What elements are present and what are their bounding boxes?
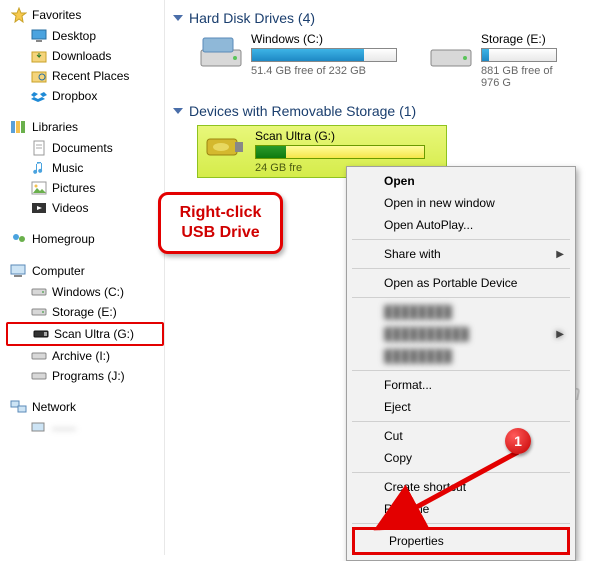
collapse-icon: [173, 15, 183, 21]
menu-blurred-item[interactable]: ████████: [350, 301, 572, 323]
sidebar-item-downloads[interactable]: Downloads: [6, 46, 164, 66]
menu-blurred-item[interactable]: ████████: [350, 345, 572, 367]
sidebar-item-drive-g[interactable]: Scan Ultra (G:): [6, 322, 164, 346]
homegroup-header[interactable]: Homegroup: [6, 228, 164, 250]
videos-icon: [30, 199, 48, 217]
sidebar-item-drive-j[interactable]: Programs (J:): [6, 366, 164, 386]
sidebar-item-network-pc[interactable]: ——: [6, 418, 164, 438]
sidebar-item-dropbox[interactable]: Dropbox: [6, 86, 164, 106]
homegroup-label: Homegroup: [32, 232, 95, 246]
annotation-arrow: [368, 450, 538, 540]
drive-label: Scan Ultra (G:): [255, 129, 425, 143]
computer-label: Computer: [32, 264, 85, 278]
computer-icon: [10, 262, 28, 280]
libraries-label: Libraries: [32, 120, 78, 134]
drive-free-text: 881 GB free of 976 G: [481, 65, 557, 89]
favorites-label: Favorites: [32, 8, 81, 22]
navigation-tree: Favorites Desktop Downloads Recent Place…: [0, 0, 165, 555]
menu-eject[interactable]: Eject: [350, 396, 572, 418]
menu-open[interactable]: Open: [350, 170, 572, 192]
recent-icon: [30, 67, 48, 85]
instruction-callout: Right-click USB Drive: [158, 192, 283, 254]
removable-section-header[interactable]: Devices with Removable Storage (1): [173, 103, 593, 119]
sidebar-item-drive-c[interactable]: Windows (C:): [6, 282, 164, 302]
hdd-icon: [427, 32, 475, 72]
usage-bar: [255, 145, 425, 159]
menu-separator: [352, 370, 570, 371]
sidebar-item-recent[interactable]: Recent Places: [6, 66, 164, 86]
computer-header[interactable]: Computer: [6, 260, 164, 282]
homegroup-icon: [10, 230, 28, 248]
menu-cut[interactable]: Cut: [350, 425, 572, 447]
drive-label: Storage (E:): [481, 32, 557, 46]
drive-c[interactable]: Windows (C:) 51.4 GB free of 232 GB: [197, 32, 397, 89]
hdd-icon: [197, 32, 245, 72]
menu-separator: [352, 268, 570, 269]
drive-icon: [30, 347, 48, 365]
menu-separator: [352, 297, 570, 298]
desktop-icon: [30, 27, 48, 45]
star-icon: [10, 6, 28, 24]
drive-icon: [30, 367, 48, 385]
collapse-icon: [173, 108, 183, 114]
menu-blurred-item[interactable]: ██████████▶: [350, 323, 572, 345]
pc-icon: [30, 419, 48, 437]
drive-icon: [30, 283, 48, 301]
sidebar-item-pictures[interactable]: Pictures: [6, 178, 164, 198]
libraries-icon: [10, 118, 28, 136]
usage-bar: [481, 48, 557, 62]
music-icon: [30, 159, 48, 177]
usage-bar: [251, 48, 397, 62]
sidebar-item-videos[interactable]: Videos: [6, 198, 164, 218]
dropbox-icon: [30, 87, 48, 105]
menu-share-with[interactable]: Share with▶: [350, 243, 572, 265]
documents-icon: [30, 139, 48, 157]
libraries-header[interactable]: Libraries: [6, 116, 164, 138]
drive-free-text: 51.4 GB free of 232 GB: [251, 65, 397, 77]
downloads-icon: [30, 47, 48, 65]
favorites-header[interactable]: Favorites: [6, 4, 164, 26]
menu-open-new-window[interactable]: Open in new window: [350, 192, 572, 214]
menu-open-portable[interactable]: Open as Portable Device: [350, 272, 572, 294]
usb-drive-icon: [32, 325, 50, 343]
network-label: Network: [32, 400, 76, 414]
sidebar-item-drive-i[interactable]: Archive (I:): [6, 346, 164, 366]
pictures-icon: [30, 179, 48, 197]
network-icon: [10, 398, 28, 416]
menu-open-autoplay[interactable]: Open AutoPlay...: [350, 214, 572, 236]
sidebar-item-desktop[interactable]: Desktop: [6, 26, 164, 46]
submenu-arrow-icon: ▶: [556, 249, 564, 260]
drive-label: Windows (C:): [251, 32, 397, 46]
network-header[interactable]: Network: [6, 396, 164, 418]
step-badge-1: 1: [505, 428, 531, 454]
submenu-arrow-icon: ▶: [556, 329, 564, 340]
menu-separator: [352, 239, 570, 240]
menu-format[interactable]: Format...: [350, 374, 572, 396]
usb-large-icon: [201, 129, 249, 165]
sidebar-item-documents[interactable]: Documents: [6, 138, 164, 158]
sidebar-item-drive-e[interactable]: Storage (E:): [6, 302, 164, 322]
sidebar-item-music[interactable]: Music: [6, 158, 164, 178]
drive-icon: [30, 303, 48, 321]
menu-separator: [352, 421, 570, 422]
hdd-section-header[interactable]: Hard Disk Drives (4): [173, 10, 593, 26]
drive-e[interactable]: Storage (E:) 881 GB free of 976 G: [427, 32, 557, 89]
